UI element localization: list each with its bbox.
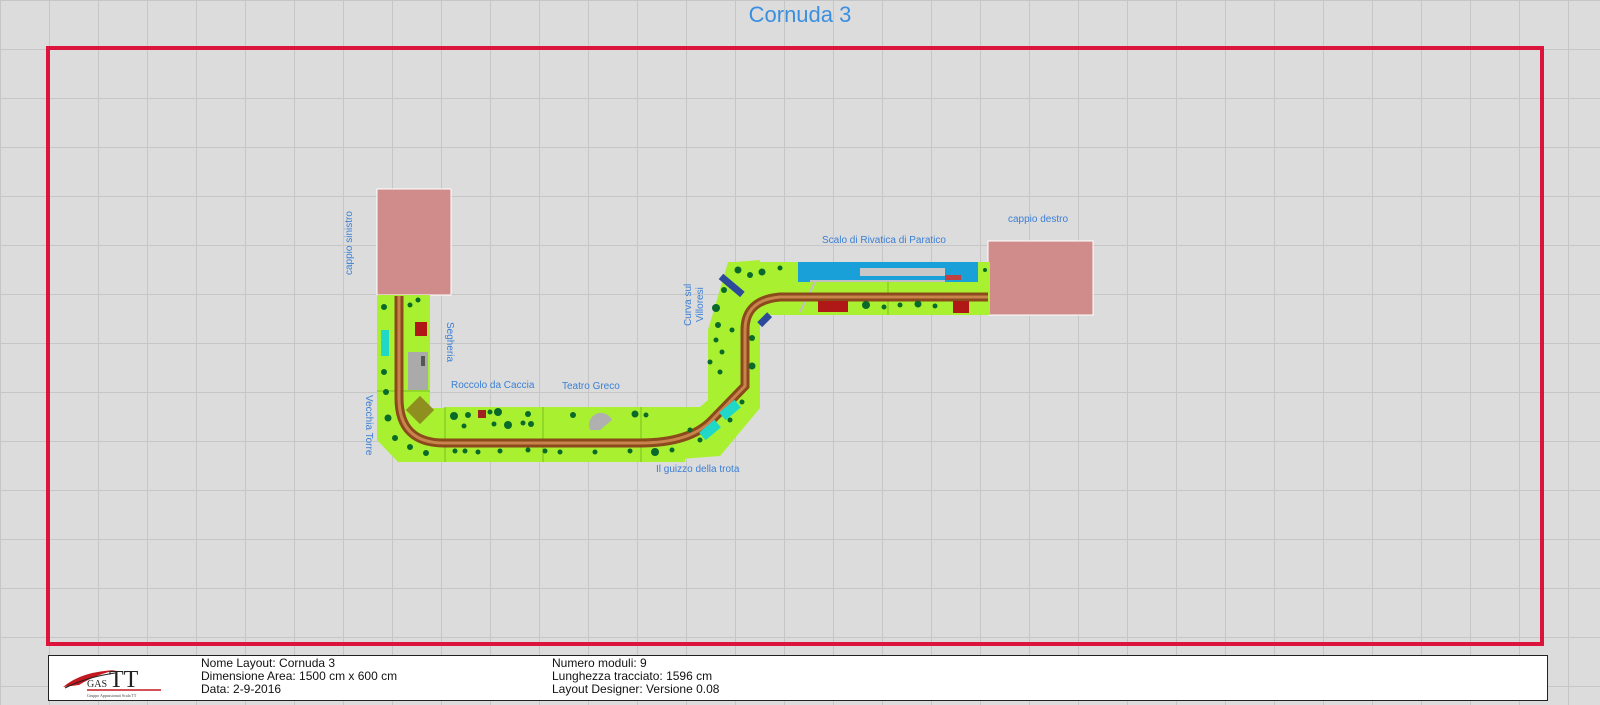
label-cappio-destro: cappio destro <box>1008 214 1068 225</box>
sawmill-machine <box>421 356 425 366</box>
station-platform <box>860 268 945 276</box>
hunting-lodge <box>478 410 486 418</box>
label-vecchia-torre: Vecchia Torre <box>363 395 374 456</box>
svg-text:Gruppo Appassionati Scala TT: Gruppo Appassionati Scala TT <box>87 693 137 698</box>
pond-left <box>381 330 389 356</box>
label-teatro: Teatro Greco <box>562 381 620 392</box>
gas-tt-logo: GAS TT Gruppo Appassionati Scala TT <box>63 667 161 698</box>
right-loop-module[interactable] <box>987 240 1094 316</box>
info-data: Data: 2-9-2016 <box>201 682 282 696</box>
info-column-right: Numero moduli: 9 Lunghezza tracciato: 15… <box>552 657 719 696</box>
goods-shed <box>953 301 969 313</box>
left-loop-module[interactable] <box>376 188 452 296</box>
label-segheria: Segheria <box>444 322 455 362</box>
label-scalo: Scalo di Rivatica di Paratico <box>822 235 946 246</box>
svg-text:TT: TT <box>109 667 139 693</box>
station-building-small <box>945 275 961 280</box>
svg-text:GAS: GAS <box>87 679 107 690</box>
layout-canvas: cappio sinistro Segheria Vecchia Torre R… <box>344 188 1094 475</box>
label-curva-2: Villoresi <box>695 287 706 322</box>
label-curva-1: Curva sul <box>683 284 694 326</box>
label-guizzo: Il guizzo della trota <box>656 464 740 475</box>
station-building <box>818 301 848 312</box>
sawmill-building <box>415 322 427 336</box>
info-column-left: Nome Layout: Cornuda 3 Dimensione Area: … <box>201 657 397 696</box>
label-cappio-sinistro: cappio sinistro <box>344 211 355 275</box>
info-panel: GAS TT Gruppo Appassionati Scala TT Nome… <box>48 655 1548 701</box>
label-roccolo: Roccolo da Caccia <box>451 380 535 391</box>
info-designer: Layout Designer: Versione 0.08 <box>552 682 720 696</box>
